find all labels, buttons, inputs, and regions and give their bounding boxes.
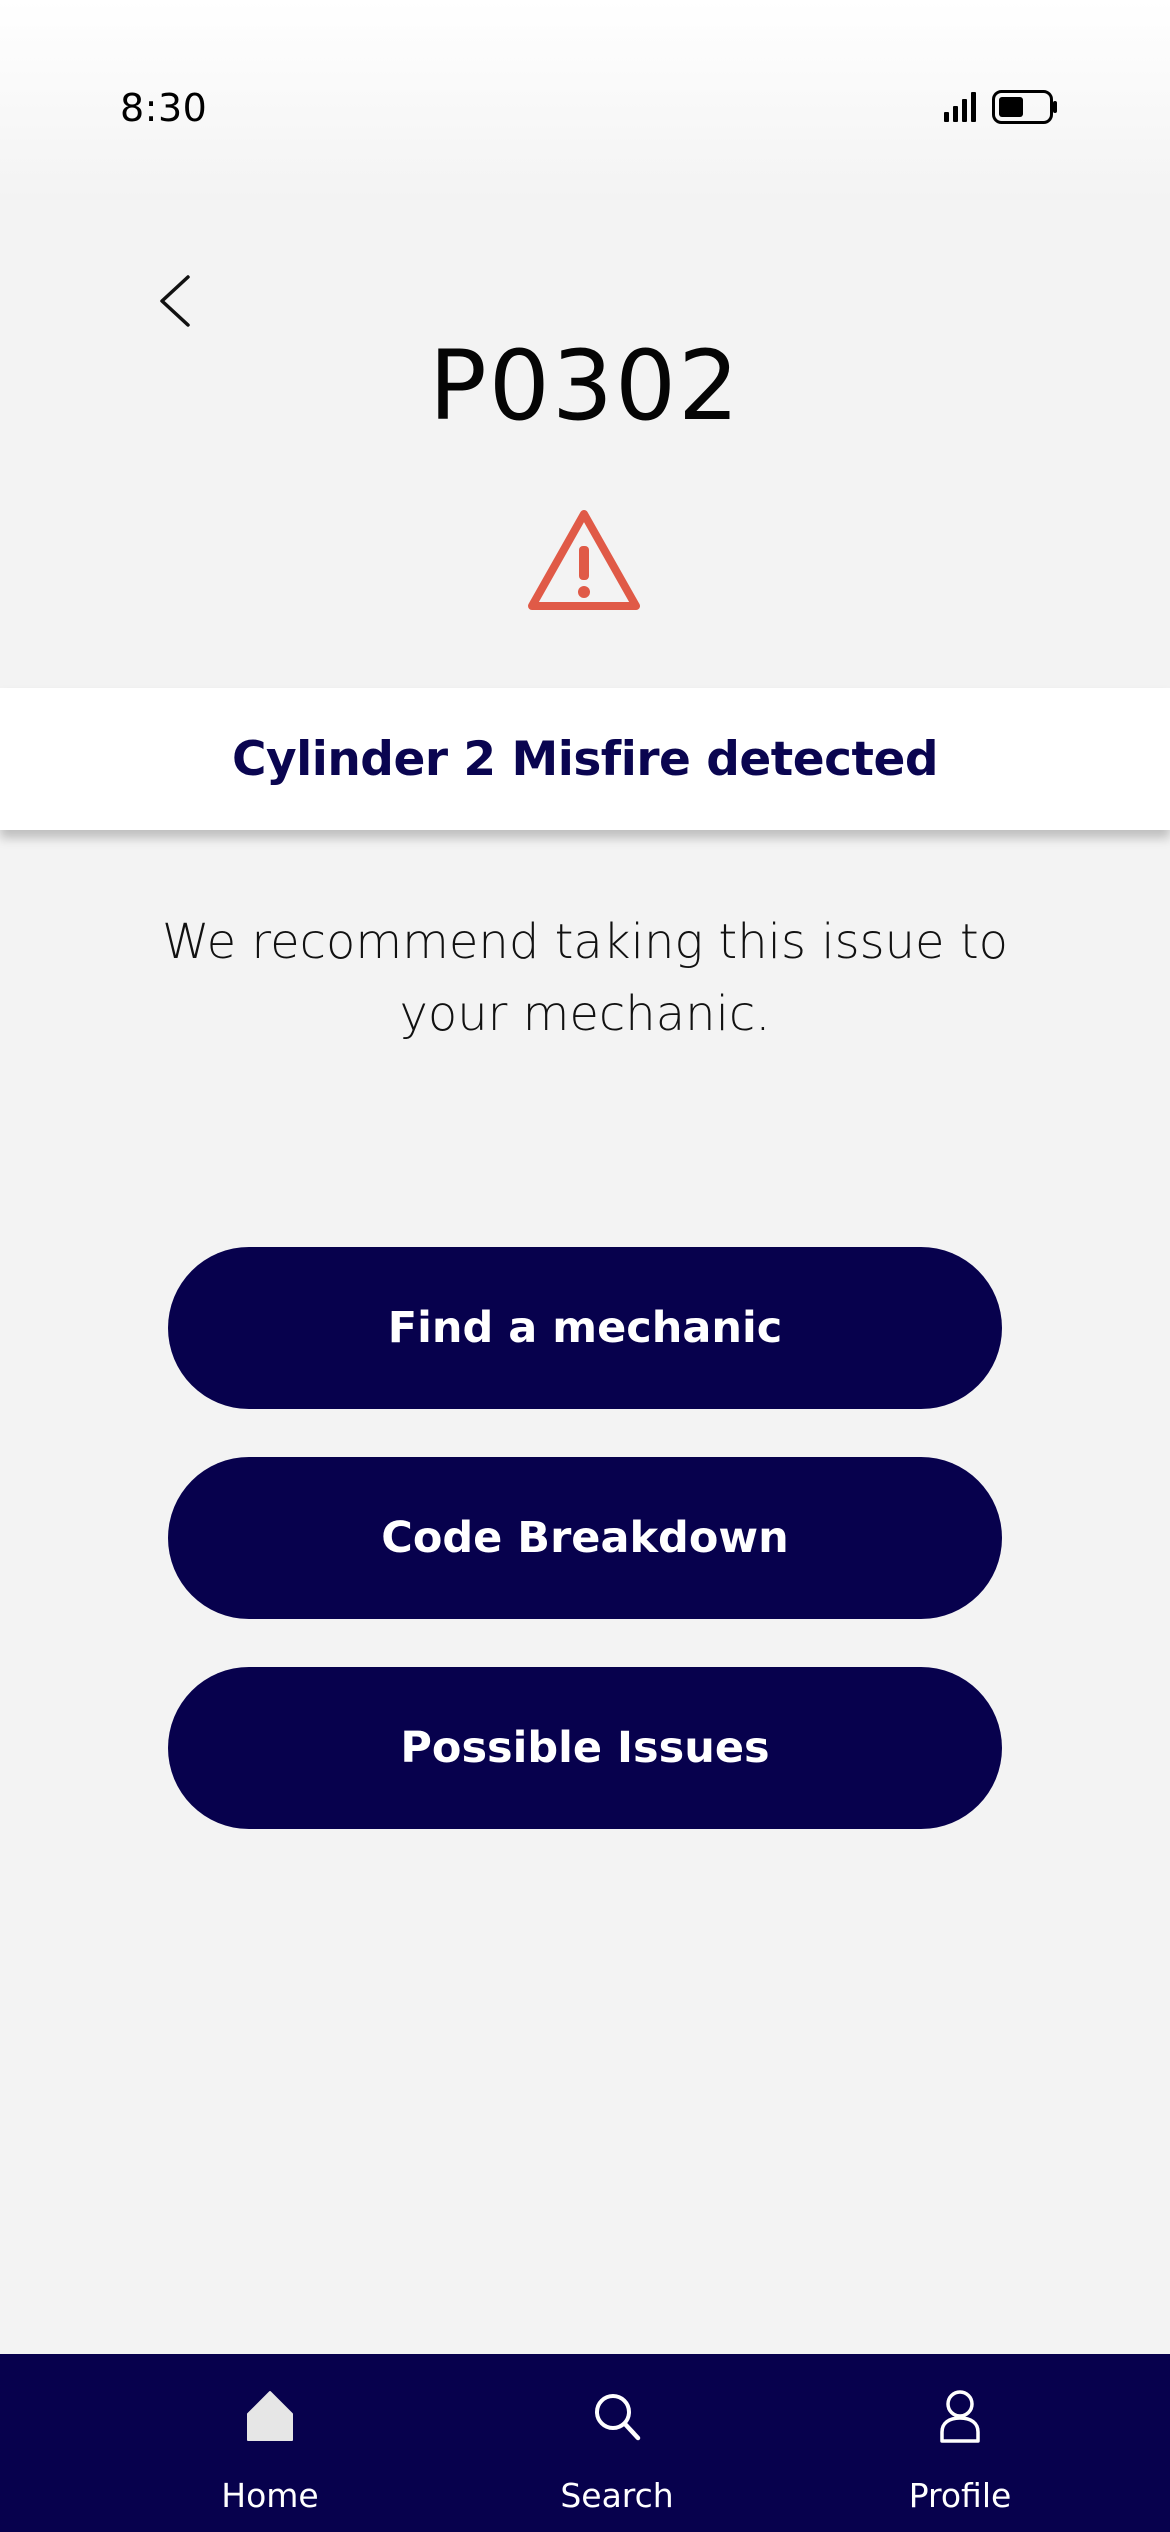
profile-icon xyxy=(940,2390,980,2443)
nav-label-search: Search xyxy=(560,2476,674,2515)
back-button[interactable] xyxy=(148,268,202,334)
battery-icon xyxy=(992,90,1057,124)
cellular-signal-icon xyxy=(944,92,976,122)
alert-banner: Cylinder 2 Misfire detected xyxy=(0,688,1170,830)
trouble-code-title: P0302 xyxy=(428,330,742,442)
nav-item-search[interactable]: Search xyxy=(507,2354,727,2532)
warning-triangle-icon xyxy=(528,510,640,610)
bottom-nav: Home Search Profile xyxy=(0,2354,1170,2532)
search-icon xyxy=(595,2394,641,2441)
status-bar: 8:30 xyxy=(0,0,1170,200)
code-breakdown-button[interactable]: Code Breakdown xyxy=(168,1457,1002,1619)
nav-label-home: Home xyxy=(221,2476,319,2515)
possible-issues-button[interactable]: Possible Issues xyxy=(168,1667,1002,1829)
status-time: 8:30 xyxy=(120,86,208,130)
home-icon xyxy=(247,2391,293,2441)
recommendation-text: We recommend taking this issue to your m… xyxy=(161,914,1009,1042)
find-mechanic-button[interactable]: Find a mechanic xyxy=(168,1247,1002,1409)
chevron-left-icon xyxy=(160,275,190,327)
alert-message: Cylinder 2 Misfire detected xyxy=(232,731,938,787)
nav-label-profile: Profile xyxy=(908,2476,1012,2515)
nav-item-profile[interactable]: Profile xyxy=(850,2354,1070,2532)
nav-item-home[interactable]: Home xyxy=(160,2354,380,2532)
